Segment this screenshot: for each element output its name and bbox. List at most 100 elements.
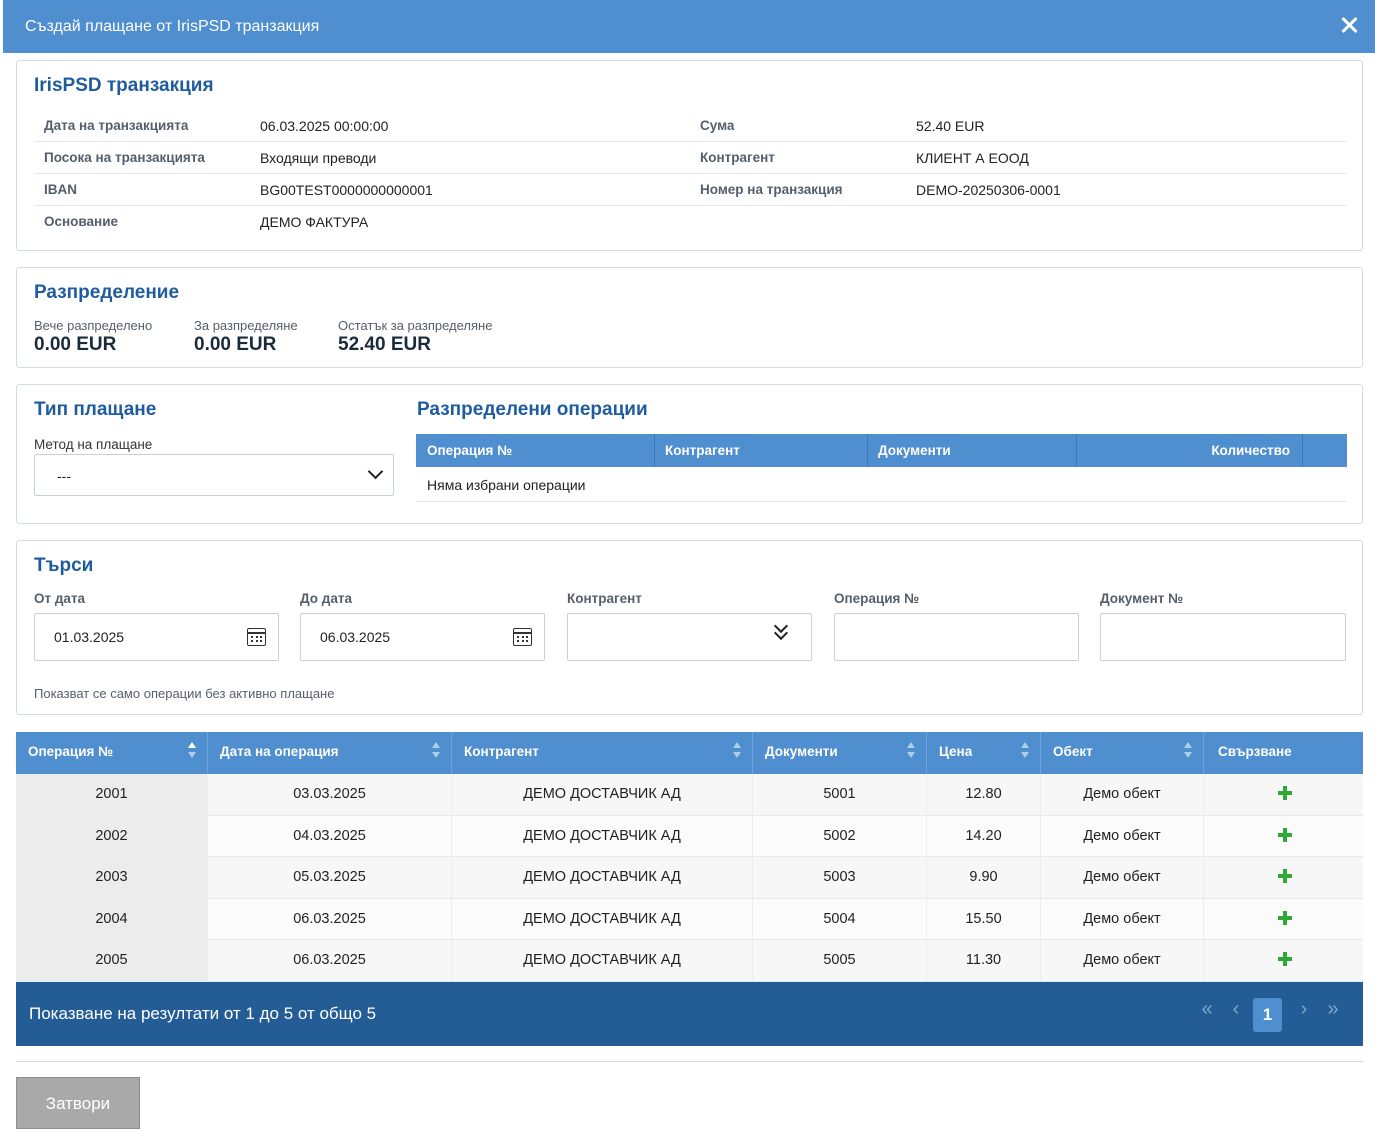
cell-operation: 2004 xyxy=(16,898,208,941)
info-row: Посока на транзакцията Входящи преводи К… xyxy=(34,142,1346,174)
cell-price: 14.20 xyxy=(927,815,1041,858)
from-date-label: От дата xyxy=(34,591,86,606)
info-label: Дата на транзакцията xyxy=(44,118,189,133)
cell-link xyxy=(1204,899,1363,941)
table-row: 2005 06.03.2025 ДЕМО ДОСТАВЧИК АД 5005 1… xyxy=(16,940,1363,982)
transaction-title: IrisPSD транзакция xyxy=(34,75,214,96)
cell-operation: 2003 xyxy=(16,857,208,899)
cell-price: 15.50 xyxy=(927,898,1041,941)
close-button[interactable]: Затвори xyxy=(16,1077,140,1129)
cell-contractor: ДЕМО ДОСТАВЧИК АД xyxy=(452,815,753,858)
info-value: 52.40 EUR xyxy=(916,118,985,134)
contractor-label: Контрагент xyxy=(567,591,642,606)
last-page-icon[interactable]: » xyxy=(1322,998,1344,1032)
cell-price: 9.90 xyxy=(927,857,1041,899)
results-table-body: 2001 03.03.2025 ДЕМО ДОСТАВЧИК АД 5001 1… xyxy=(16,774,1363,982)
col-price[interactable]: Цена xyxy=(927,732,1041,774)
col-link: Свързване xyxy=(1204,732,1363,774)
sort-icon[interactable] xyxy=(188,742,196,764)
from-date-input[interactable]: 01.03.2025 xyxy=(34,613,279,661)
plus-icon[interactable] xyxy=(1278,786,1292,800)
plus-icon[interactable] xyxy=(1278,910,1292,925)
cell-operation: 2002 xyxy=(16,815,208,858)
contractor-select[interactable] xyxy=(567,613,812,661)
ops-col-extra xyxy=(1303,434,1347,467)
dialog-titlebar: Създай плащане от IrisPSD транзакция xyxy=(3,0,1375,53)
col-date[interactable]: Дата на операция xyxy=(208,732,452,774)
cell-operation: 2005 xyxy=(16,940,208,982)
page-number-button[interactable]: 1 xyxy=(1253,998,1282,1032)
col-documents[interactable]: Документи xyxy=(753,732,927,774)
payment-method-select[interactable]: --- xyxy=(34,454,394,496)
cell-documents: 5004 xyxy=(753,898,927,941)
first-page-icon[interactable]: « xyxy=(1196,998,1218,1032)
plus-icon[interactable] xyxy=(1278,827,1292,842)
cell-link xyxy=(1204,774,1363,816)
sort-icon[interactable] xyxy=(733,742,741,764)
info-label: Номер на транзакция xyxy=(700,182,843,197)
cell-date: 06.03.2025 xyxy=(208,898,452,941)
col-object-label: Обект xyxy=(1053,744,1093,759)
info-row: Основание ДЕМО ФАКТУРА xyxy=(34,206,1346,238)
col-contractor[interactable]: Контрагент xyxy=(452,732,753,774)
remaining-label: Остатък за разпределяне xyxy=(338,318,493,333)
cell-operation: 2001 xyxy=(16,774,208,816)
ops-col-documents: Документи xyxy=(868,434,1077,467)
payment-method-label: Метод на плащане xyxy=(34,437,153,452)
already-distributed: Вече разпределено 0.00 EUR xyxy=(34,318,152,356)
sort-icon[interactable] xyxy=(432,742,440,764)
to-date-label: До дата xyxy=(300,591,352,606)
info-row: Дата на транзакцията 06.03.2025 00:00:00… xyxy=(34,110,1346,142)
cell-contractor: ДЕМО ДОСТАВЧИК АД xyxy=(452,898,753,941)
pagination-bar: Показване на резултати от 1 до 5 от общо… xyxy=(16,982,1363,1046)
cell-object: Демо обект xyxy=(1041,857,1204,899)
payment-type-title: Тип плащане xyxy=(34,399,157,420)
cell-object: Демо обект xyxy=(1041,898,1204,941)
table-row: 2001 03.03.2025 ДЕМО ДОСТАВЧИК АД 5001 1… xyxy=(16,774,1363,816)
calendar-icon[interactable] xyxy=(513,628,532,646)
results-table-header: Операция № Дата на операция Контрагент Д… xyxy=(16,732,1363,774)
to-distribute: За разпределяне 0.00 EUR xyxy=(194,318,298,356)
col-documents-label: Документи xyxy=(765,744,838,759)
close-icon[interactable] xyxy=(1337,13,1361,37)
info-label: Контрагент xyxy=(700,150,775,165)
cell-object: Демо обект xyxy=(1041,774,1204,816)
cell-date: 04.03.2025 xyxy=(208,815,452,858)
plus-icon[interactable] xyxy=(1278,869,1292,884)
cell-documents: 5001 xyxy=(753,774,927,816)
cell-object: Демо обект xyxy=(1041,815,1204,858)
to-distribute-label: За разпределяне xyxy=(194,318,298,333)
search-panel: Търси От дата 01.03.2025 До дата 06.03.2… xyxy=(16,540,1363,715)
plus-icon[interactable] xyxy=(1278,952,1292,967)
to-distribute-value: 0.00 EUR xyxy=(194,334,277,355)
payment-method-value: --- xyxy=(57,468,71,484)
ops-empty-text: Няма избрани операции xyxy=(416,467,1347,502)
calendar-icon[interactable] xyxy=(247,628,266,646)
sort-icon[interactable] xyxy=(1184,742,1192,764)
pagination-summary: Показване на резултати от 1 до 5 от общо… xyxy=(29,1004,377,1023)
cell-link xyxy=(1204,816,1363,858)
distribution-panel: Разпределение Вече разпределено 0.00 EUR… xyxy=(16,267,1363,368)
ops-col-contractor: Контрагент xyxy=(655,434,868,467)
prev-page-icon[interactable]: ‹ xyxy=(1228,998,1244,1032)
col-object[interactable]: Обект xyxy=(1041,732,1204,774)
sort-icon[interactable] xyxy=(907,742,915,764)
distributed-ops-header: Операция № Контрагент Документи Количест… xyxy=(416,434,1347,467)
info-row: IBAN BG00TEST0000000000001 Номер на тран… xyxy=(34,174,1346,206)
already-distributed-label: Вече разпределено xyxy=(34,318,153,333)
next-page-icon[interactable]: › xyxy=(1296,998,1312,1032)
document-input[interactable] xyxy=(1100,613,1346,661)
ops-col-operation: Операция № xyxy=(416,434,655,467)
sort-icon[interactable] xyxy=(1021,742,1029,764)
payment-panel: Тип плащане Метод на плащане --- Разпред… xyxy=(16,384,1363,524)
col-operation[interactable]: Операция № xyxy=(16,732,208,774)
cell-contractor: ДЕМО ДОСТАВЧИК АД xyxy=(452,940,753,982)
operation-input[interactable] xyxy=(834,613,1079,661)
to-date-input[interactable]: 06.03.2025 xyxy=(300,613,545,661)
info-label: IBAN xyxy=(44,182,77,197)
cell-documents: 5003 xyxy=(753,857,927,899)
col-link-label: Свързване xyxy=(1218,744,1292,759)
document-label: Документ № xyxy=(1100,591,1184,606)
cell-price: 12.80 xyxy=(927,774,1041,816)
col-contractor-label: Контрагент xyxy=(464,744,539,759)
